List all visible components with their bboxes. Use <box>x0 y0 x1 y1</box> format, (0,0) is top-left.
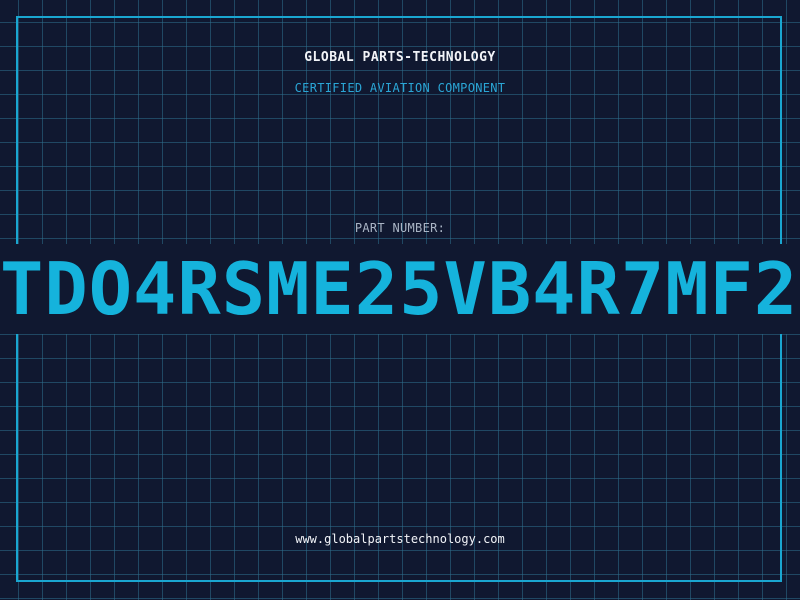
company-name: GLOBAL PARTS-TECHNOLOGY <box>304 50 496 65</box>
certification-tagline: CERTIFIED AVIATION COMPONENT <box>294 81 506 95</box>
part-number-value: TDO4RSME25VB4R7MF25 <box>0 247 800 331</box>
part-number-band: TDO4RSME25VB4R7MF25 <box>0 244 800 334</box>
website-url: www.globalpartstechnology.com <box>295 532 505 546</box>
part-number-label: PART NUMBER: <box>354 221 446 235</box>
